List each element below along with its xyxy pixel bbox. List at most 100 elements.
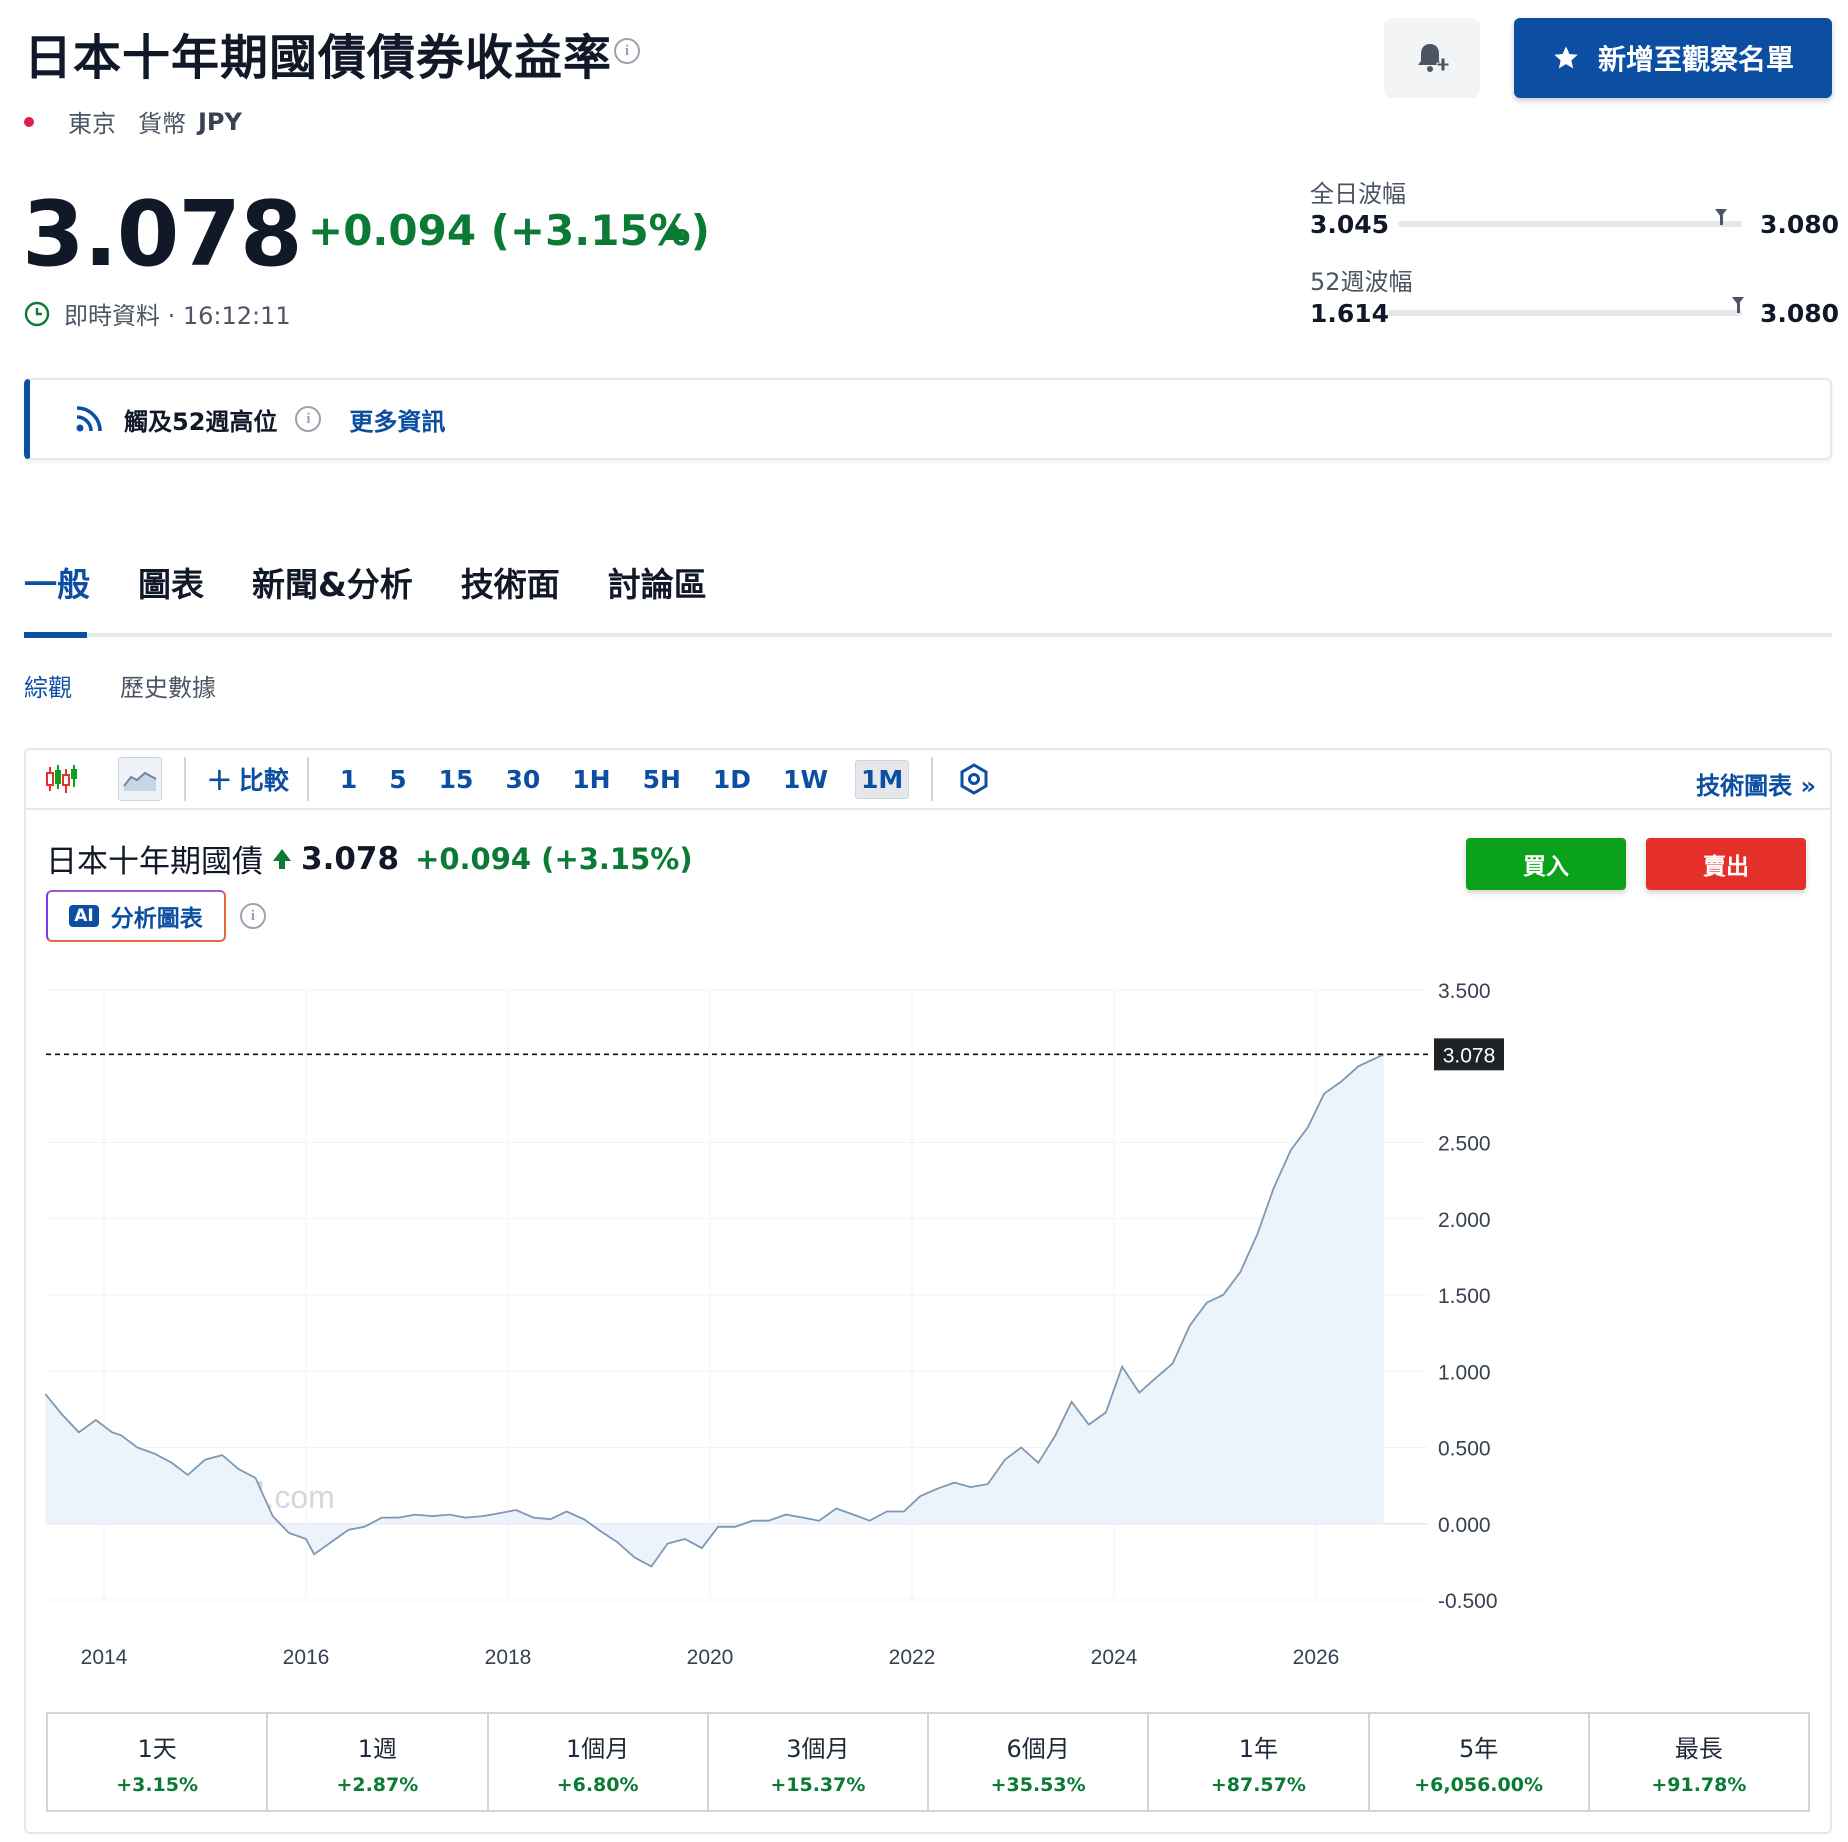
x-tick-label: 2020 [687, 1646, 734, 1669]
compare-button[interactable]: + 比較 [206, 761, 289, 797]
candlestick-icon[interactable] [44, 761, 80, 797]
performance-cell: 最長 +91.78% [1590, 1714, 1808, 1810]
performance-value: +6,056.00% [1414, 1773, 1543, 1796]
interval-30[interactable]: 30 [500, 761, 545, 798]
clock-icon [24, 301, 50, 326]
week52-range-tick [1736, 303, 1740, 313]
performance-cell: 1年 +87.57% [1149, 1714, 1370, 1810]
interval-1m[interactable]: 1M [855, 759, 910, 799]
performance-value: +91.78% [1651, 1773, 1747, 1796]
tab-discussion[interactable]: 討論區 [608, 558, 707, 634]
settings-hexagon-icon[interactable] [957, 762, 991, 796]
toolbar-divider [931, 757, 934, 801]
x-tick-label: 2022 [889, 1646, 936, 1669]
star-icon [1554, 46, 1578, 69]
performance-period: 最長 [1674, 1734, 1723, 1763]
subtab-historical-data[interactable]: 歷史數據 [120, 668, 216, 703]
x-tick-label: 2024 [1091, 1646, 1138, 1669]
day-range-bar [1398, 221, 1742, 227]
tab-technical[interactable]: 技術面 [461, 558, 560, 634]
performance-period: 3個月 [786, 1734, 850, 1763]
y-tick-label: 1.000 [1438, 1361, 1491, 1384]
add-alert-button[interactable] [1384, 18, 1480, 98]
exchange-status-dot [24, 116, 34, 127]
performance-cell: 1天 +3.15% [48, 1714, 269, 1810]
bell-plus-icon [1418, 44, 1450, 72]
sell-button[interactable]: 賣出 [1646, 838, 1806, 890]
chart-change: +0.094 (+3.15%) [415, 841, 693, 876]
performance-cell: 6個月 +35.53% [929, 1714, 1150, 1810]
interval-1w[interactable]: 1W [778, 761, 833, 798]
area-chart-button[interactable] [118, 757, 162, 801]
active-tab-indicator [24, 632, 87, 638]
performance-table: 1天 +3.15% 1週 +2.87% 1個月 +6.80% 3個月 +15.37% 6個月 +3… [46, 1712, 1810, 1812]
currency-label: 貨幣 [138, 110, 186, 138]
subtab-overview[interactable]: 綜觀 [24, 668, 72, 703]
performance-value: +87.57% [1210, 1773, 1306, 1796]
buy-button[interactable]: 買入 [1466, 838, 1626, 890]
y-tick-label: 0.500 [1438, 1438, 1491, 1461]
y-tick-label: 1.500 [1438, 1285, 1491, 1308]
last-price: 3.078 [22, 182, 303, 287]
y-tick-label: 3.500 [1438, 980, 1491, 1003]
chart-header: 日本十年期國債 3.078 +0.094 (+3.15%) [46, 836, 693, 881]
info-icon[interactable]: i [295, 406, 322, 432]
day-range-tick [1719, 215, 1723, 225]
signal-alert-bar: 觸及52週高位 i 更多資訊 [24, 378, 1832, 460]
day-range-high: 3.080 [1760, 210, 1840, 239]
add-to-watchlist-button[interactable]: 新增至觀察名單 [1514, 18, 1832, 98]
interval-15[interactable]: 15 [434, 761, 479, 798]
currency-value: JPY [198, 107, 242, 136]
performance-period: 6個月 [1006, 1734, 1070, 1763]
main-tabs: 一般 圖表 新聞&分析 技術面 討論區 [24, 558, 707, 634]
week52-range-label: 52週波幅 [1310, 268, 1413, 296]
tab-chart[interactable]: 圖表 [138, 558, 204, 634]
up-triangle-icon [662, 224, 688, 240]
performance-cell: 5年 +6,056.00% [1370, 1714, 1590, 1810]
x-tick-label: 2014 [81, 1646, 128, 1669]
performance-period: 1個月 [565, 1734, 630, 1763]
chart-instrument-name: 日本十年期國債 [46, 844, 263, 880]
interval-1[interactable]: 1 [335, 761, 362, 798]
up-arrow-icon [273, 848, 291, 869]
performance-period: 1年 [1238, 1734, 1279, 1763]
series-area [45, 1054, 1384, 1567]
chart-price: 3.078 [301, 840, 400, 877]
day-range-low: 3.045 [1310, 210, 1390, 239]
y-tick-label: 0.000 [1438, 1514, 1491, 1537]
x-tick-label: 2026 [1293, 1646, 1340, 1669]
toolbar-divider [184, 757, 186, 801]
interval-5[interactable]: 5 [384, 761, 411, 798]
week52-range-bar [1388, 310, 1742, 316]
performance-cell: 1個月 +6.80% [489, 1714, 709, 1810]
rss-icon [76, 406, 102, 432]
ai-analyze-label: 分析圖表 [110, 906, 203, 932]
realtime-indicator: 即時資料 · 16:12:11 [24, 296, 291, 331]
tab-general[interactable]: 一般 [24, 558, 90, 634]
price-chart[interactable]: Investing.com3.0783.5002.5002.0001.5001.… [30, 960, 1820, 1690]
exchange-label: 東京 [68, 110, 116, 138]
ai-analyze-chart-button[interactable]: AI 分析圖表 [46, 890, 226, 942]
chart-toolbar: + 比較 1 5 15 30 1H 5H 1D 1W 1M 技術圖表 » [26, 750, 1830, 810]
interval-1h[interactable]: 1H [567, 761, 615, 798]
interval-1d[interactable]: 1D [708, 761, 756, 798]
performance-period: 1週 [357, 1734, 398, 1763]
toolbar-divider [306, 757, 309, 801]
info-icon[interactable]: i [240, 903, 266, 929]
performance-value: +3.15% [116, 1773, 199, 1796]
performance-value: +2.87% [336, 1773, 419, 1796]
compare-label: 比較 [238, 766, 289, 795]
technical-chart-link[interactable]: 技術圖表 » [1696, 766, 1816, 801]
info-icon[interactable]: i [614, 38, 640, 64]
more-info-link[interactable]: 更多資訊 [349, 402, 445, 437]
page-title: 日本十年期國債債券收益率 [24, 30, 613, 86]
tab-news-analysis[interactable]: 新聞&分析 [252, 558, 413, 634]
x-tick-label: 2016 [283, 1646, 330, 1669]
performance-period: 5年 [1458, 1734, 1499, 1763]
interval-5h[interactable]: 5H [638, 761, 686, 798]
alert-text: 觸及52週高位 [124, 407, 278, 436]
ai-badge-icon: AI [69, 905, 99, 927]
sub-tabs: 綜觀 歷史數據 [24, 668, 216, 703]
y-tick-label: -0.500 [1438, 1590, 1498, 1613]
interval-selector: 1 5 15 30 1H 5H 1D 1W 1M [335, 759, 910, 799]
